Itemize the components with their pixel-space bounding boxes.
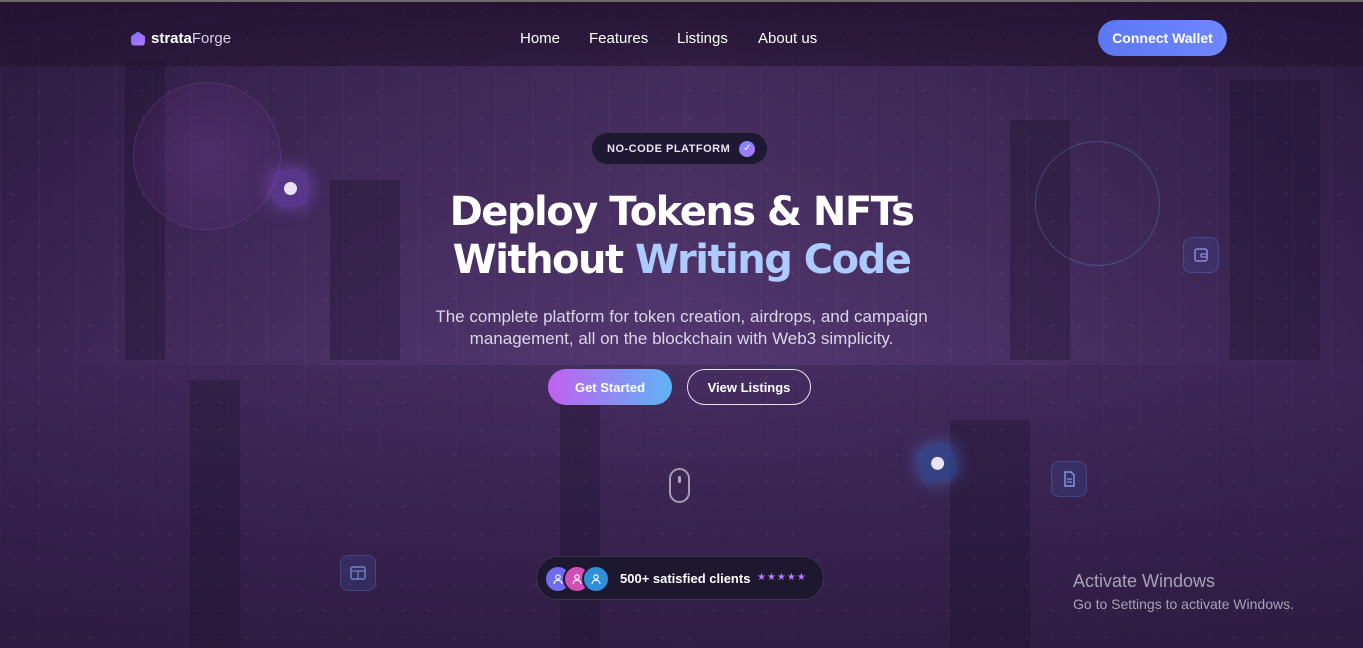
hero-subtitle-line2: management, all on the blockchain with W… [469, 329, 894, 348]
nav-features[interactable]: Features [589, 30, 648, 47]
nav-home[interactable]: Home [520, 30, 560, 47]
hero-title-line1: Deploy Tokens & NFTs [449, 189, 915, 235]
node-dot [929, 455, 945, 471]
brand-name: strataForge [151, 30, 231, 47]
get-started-button[interactable]: Get Started [548, 369, 672, 405]
top-navbar: strataForge Home Features Listings About… [0, 2, 1363, 66]
hero-title-line2-plain: Without [452, 237, 636, 283]
check-icon: ✓ [739, 140, 756, 157]
hero-title: Deploy Tokens & NFTs Without Writing Cod… [0, 188, 1363, 284]
hero-title-accent: Writing Code [635, 237, 912, 283]
no-code-badge: NO-CODE PLATFORM ✓ [591, 132, 768, 165]
user-icon [582, 565, 610, 593]
layout-icon [340, 555, 376, 591]
cube-icon [131, 31, 145, 46]
activate-windows-subtitle: Go to Settings to activate Windows. [1073, 596, 1294, 612]
hero-subtitle: The complete platform for token creation… [0, 306, 1363, 350]
brand-name-bold: strata [151, 30, 192, 47]
nav-about-us[interactable]: About us [758, 30, 817, 47]
brand-name-light: Forge [191, 30, 232, 47]
nav-listings[interactable]: Listings [677, 30, 728, 47]
badge-label: NO-CODE PLATFORM [607, 142, 731, 155]
satisfied-clients-text: 500+ satisfied clients [620, 571, 751, 586]
rating-stars: ★★★★★ [757, 572, 807, 583]
hero-subtitle-line1: The complete platform for token creation… [435, 307, 928, 326]
mouse-scroll-icon[interactable] [669, 468, 690, 503]
satisfied-clients-pill: 500+ satisfied clients ★★★★★ [536, 556, 824, 600]
document-icon [1051, 461, 1087, 497]
connect-wallet-button[interactable]: Connect Wallet [1098, 20, 1227, 56]
brand-logo[interactable]: strataForge [131, 30, 231, 47]
activate-windows-title: Activate Windows [1073, 571, 1216, 591]
view-listings-button[interactable]: View Listings [687, 369, 811, 405]
